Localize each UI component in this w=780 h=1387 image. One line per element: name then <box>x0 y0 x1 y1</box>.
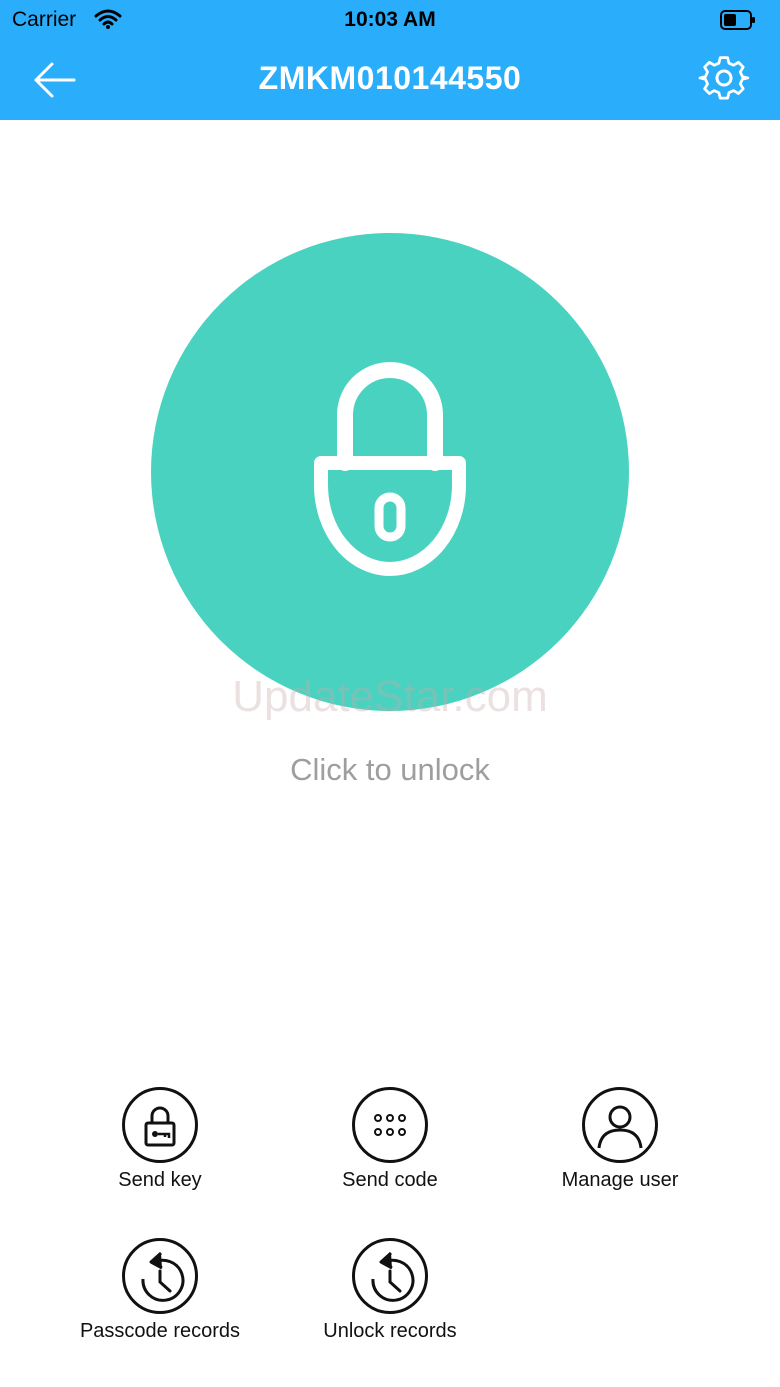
action-label: Manage user <box>561 1169 679 1191</box>
unlock-button[interactable] <box>151 233 629 711</box>
history-clock-icon <box>371 1251 415 1302</box>
app-header: Carrier 10:03 AM ZMKM010144550 <box>0 0 780 120</box>
battery-icon <box>720 10 756 35</box>
action-label: Passcode records <box>79 1320 241 1342</box>
action-label: Unlock records <box>323 1320 457 1342</box>
send-key-button[interactable]: Send key <box>45 1087 275 1192</box>
padlock-icon <box>314 362 466 576</box>
send-code-button[interactable]: Send code <box>275 1087 505 1192</box>
passcode-records-button[interactable]: Passcode records <box>45 1238 275 1343</box>
keypad-dots-icon <box>374 1114 406 1136</box>
key-lock-icon <box>144 1106 176 1147</box>
status-bar: Carrier 10:03 AM <box>0 0 780 40</box>
history-clock-icon <box>141 1251 185 1302</box>
nav-bar: ZMKM010144550 <box>0 40 780 120</box>
gear-icon <box>698 56 750 100</box>
page-title: ZMKM010144550 <box>258 60 522 96</box>
user-icon <box>597 1105 643 1149</box>
manage-user-button[interactable]: Manage user <box>505 1087 735 1192</box>
action-label: Send key <box>118 1169 202 1191</box>
action-label: Send code <box>342 1169 438 1191</box>
unlock-hint: Click to unlock <box>290 752 490 787</box>
settings-button[interactable] <box>698 54 750 106</box>
unlock-records-button[interactable]: Unlock records <box>275 1238 505 1343</box>
status-time: 10:03 AM <box>344 8 436 31</box>
